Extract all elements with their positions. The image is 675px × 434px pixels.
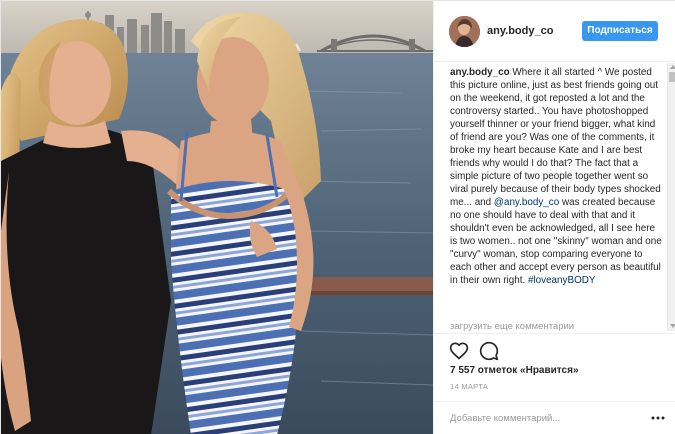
caption-body-1: Where it all started ^ We posted this pi… [450, 67, 661, 208]
comment-input[interactable] [450, 410, 640, 426]
more-options-icon[interactable] [650, 410, 666, 426]
heart-icon[interactable] [449, 341, 469, 361]
scroll-up-arrow-icon[interactable] [670, 65, 675, 69]
comment-bubble-icon[interactable] [479, 341, 499, 361]
caption-mention-link[interactable]: @any.body_co [494, 197, 559, 208]
comments-area: any.body_co Where it all started ^ We po… [450, 66, 662, 334]
scroll-thumb[interactable] [669, 72, 675, 82]
header-username[interactable]: any.body_co [487, 25, 553, 37]
likes-count[interactable]: 7 557 отметок «Нравится» [450, 365, 579, 376]
add-comment-section [434, 401, 675, 434]
caption-text: any.body_co Where it all started ^ We po… [450, 66, 662, 287]
photo-illustration [1, 1, 433, 434]
comments-scrollbar[interactable] [667, 63, 675, 331]
caption-hashtag-link[interactable]: #loveanyBODY [528, 275, 596, 286]
caption-body-2: was created because no one should have t… [450, 197, 662, 286]
avatar[interactable] [449, 16, 480, 47]
post-details-panel: any.body_co Подписаться any.body_co Wher… [433, 1, 675, 434]
follow-button[interactable]: Подписаться [582, 21, 658, 41]
post-photo[interactable] [1, 1, 433, 434]
scroll-down-arrow-icon[interactable] [670, 324, 675, 328]
load-more-comments-link[interactable]: загрузить еще комментарии [450, 321, 574, 332]
caption-username[interactable]: any.body_co [450, 67, 510, 78]
post-date: 14 МАРТА [450, 382, 489, 391]
post-header: any.body_co Подписаться [434, 1, 675, 62]
instagram-post: any.body_co Подписаться any.body_co Wher… [0, 0, 675, 434]
avatar-image-icon [449, 16, 480, 47]
post-actions [434, 333, 675, 363]
